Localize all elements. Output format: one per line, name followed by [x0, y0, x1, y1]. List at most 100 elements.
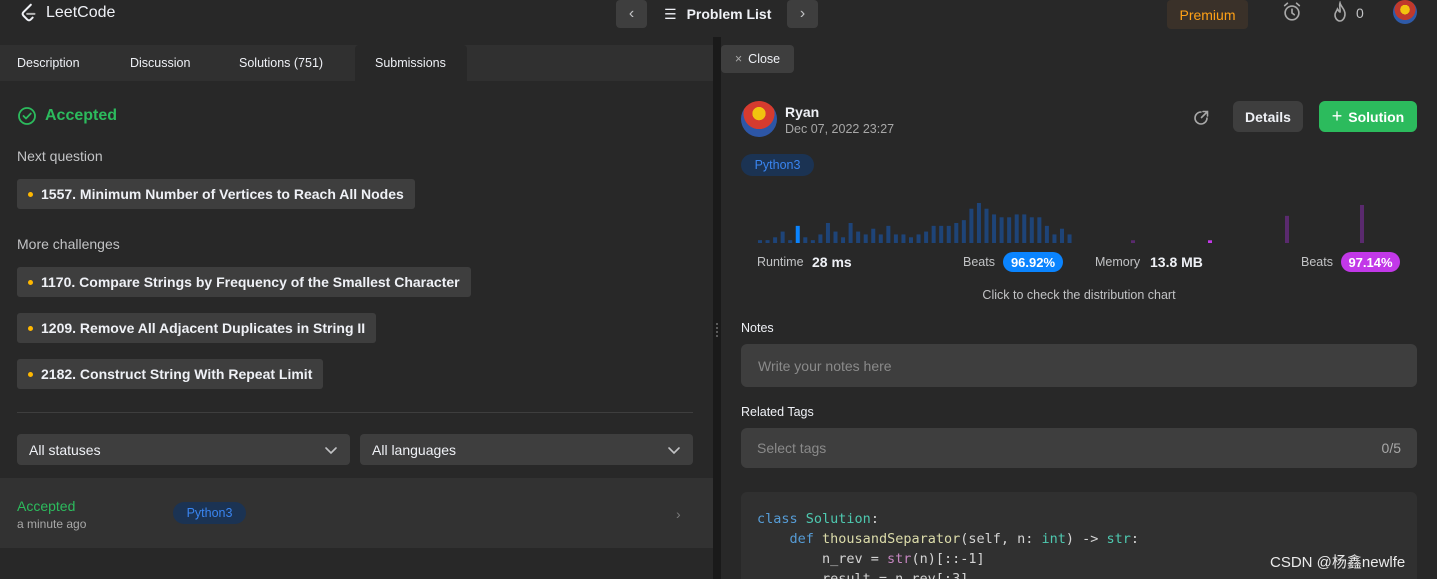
runtime-bar — [893, 234, 898, 243]
runtime-bar — [924, 231, 929, 243]
runtime-bar — [1029, 217, 1034, 243]
details-button[interactable]: Details — [1233, 101, 1303, 132]
memory-label: Memory — [1095, 255, 1141, 269]
next-problem-button[interactable]: › — [787, 0, 818, 28]
challenge-chip[interactable]: 2182. Construct String With Repeat Limit — [17, 359, 324, 389]
tab-discussion[interactable]: Discussion — [113, 45, 207, 81]
user-avatar-menu[interactable] — [1393, 0, 1417, 24]
runtime-bar — [788, 240, 793, 243]
tab-bar: Description Discussion Solutions (751) S… — [0, 45, 713, 81]
next-question-title: 1557. Minimum Number of Vertices to Reac… — [41, 186, 404, 202]
check-circle-icon — [18, 107, 36, 125]
avatar[interactable] — [741, 101, 777, 137]
runtime-bar — [969, 208, 974, 243]
problem-list-button[interactable]: ☰ Problem List — [664, 0, 771, 28]
submission-status: Accepted — [17, 498, 76, 514]
runtime-bar — [954, 223, 959, 243]
next-question-chip[interactable]: 1557. Minimum Number of Vertices to Reac… — [17, 179, 415, 209]
runtime-bar — [886, 225, 891, 243]
runtime-bar — [810, 240, 815, 243]
prev-problem-button[interactable]: ‹ — [616, 0, 647, 28]
challenge-title: 1209. Remove All Adjacent Duplicates in … — [41, 320, 366, 336]
alarm-clock-icon[interactable] — [1281, 1, 1303, 23]
close-icon: × — [734, 52, 743, 66]
memory-value: 13.8 MB — [1150, 254, 1203, 270]
memory-bar — [1131, 240, 1135, 243]
language-filter-value: All languages — [372, 441, 457, 458]
runtime-bar — [848, 223, 853, 243]
language-badge: Python3 — [173, 502, 246, 524]
close-button[interactable]: × Close — [721, 45, 794, 73]
runtime-distribution-bars — [758, 203, 1072, 243]
runtime-bar — [931, 225, 936, 243]
more-challenges-label: More challenges — [17, 236, 120, 252]
code-line: class Solution: — [757, 511, 879, 527]
panel-splitter[interactable] — [713, 37, 721, 579]
user-name[interactable]: Ryan — [785, 104, 819, 120]
runtime-bar — [863, 234, 868, 243]
memory-bar — [1360, 205, 1364, 243]
watermark: CSDN @杨鑫newlfe — [1270, 554, 1406, 571]
difficulty-dot — [28, 191, 33, 197]
runtime-bar — [916, 234, 921, 243]
runtime-bar — [833, 231, 838, 243]
runtime-bar — [1044, 225, 1049, 243]
code-line: n_rev = str(n)[::-1] — [757, 551, 985, 567]
tab-description[interactable]: Description — [0, 45, 97, 81]
runtime-bar — [992, 214, 997, 243]
drag-handle-icon[interactable] — [716, 323, 718, 337]
notes-input[interactable] — [741, 344, 1417, 387]
memory-distribution-bars — [1131, 205, 1364, 243]
share-icon[interactable] — [1192, 109, 1210, 127]
accepted-label: Accepted — [45, 107, 118, 124]
challenge-chip[interactable]: 1170. Compare Strings by Frequency of th… — [17, 267, 471, 297]
runtime-bar — [961, 220, 966, 243]
language-badge: Python3 — [741, 154, 814, 176]
right-panel-header — [721, 37, 1437, 81]
leetcode-logo[interactable]: LeetCode — [18, 2, 115, 24]
runtime-bar — [976, 203, 981, 243]
memory-bar — [1285, 215, 1289, 243]
plus-icon: + — [1331, 106, 1343, 126]
runtime-bar — [1037, 217, 1042, 243]
next-question-label: Next question — [17, 148, 103, 164]
submission-time: a minute ago — [17, 517, 87, 531]
accepted-heading: Accepted — [17, 106, 117, 126]
status-filter-select[interactable]: All statuses — [17, 434, 350, 465]
runtime-bar — [841, 237, 846, 243]
related-tags-label: Related Tags — [741, 405, 814, 419]
runtime-bar — [984, 208, 989, 243]
challenge-chip[interactable]: 1209. Remove All Adjacent Duplicates in … — [17, 313, 377, 343]
top-navbar: LeetCode ‹ ☰ Problem List › Premium 0 — [0, 0, 1437, 37]
language-filter-select[interactable]: All languages — [360, 434, 693, 465]
left-panel: Description Discussion Solutions (751) S… — [0, 37, 713, 579]
chart-hint[interactable]: Click to check the distribution chart — [721, 288, 1437, 302]
runtime-bar — [803, 237, 808, 243]
runtime-bar — [946, 225, 951, 243]
runtime-bar — [1007, 217, 1012, 243]
runtime-bar — [795, 225, 800, 243]
runtime-bar — [1067, 234, 1072, 243]
distribution-chart[interactable] — [755, 195, 1415, 245]
fire-streak-icon[interactable] — [1330, 1, 1350, 23]
difficulty-dot — [28, 325, 33, 331]
add-solution-button[interactable]: + Solution — [1319, 101, 1417, 132]
list-icon: ☰ — [664, 5, 677, 22]
leetcode-logo-icon — [21, 3, 36, 22]
chevron-left-icon: ‹ — [628, 5, 635, 22]
close-label: Close — [748, 52, 781, 66]
runtime-bar — [1022, 214, 1027, 243]
tab-submissions[interactable]: Submissions — [355, 45, 467, 81]
streak-count: 0 — [1356, 5, 1364, 21]
notes-label: Notes — [741, 321, 774, 335]
tags-select[interactable]: Select tags 0/5 — [741, 428, 1417, 468]
code-line: result = n_rev[:3] — [757, 571, 969, 579]
tab-solutions[interactable]: Solutions (751) — [222, 45, 340, 81]
runtime-bar — [999, 217, 1004, 243]
submission-row[interactable]: Accepted a minute ago Python3 › — [0, 478, 713, 548]
runtime-bar — [901, 234, 906, 243]
runtime-bar — [780, 231, 785, 243]
chevron-down-icon — [668, 446, 680, 454]
premium-button[interactable]: Premium — [1167, 0, 1248, 29]
tags-placeholder: Select tags — [757, 440, 827, 456]
